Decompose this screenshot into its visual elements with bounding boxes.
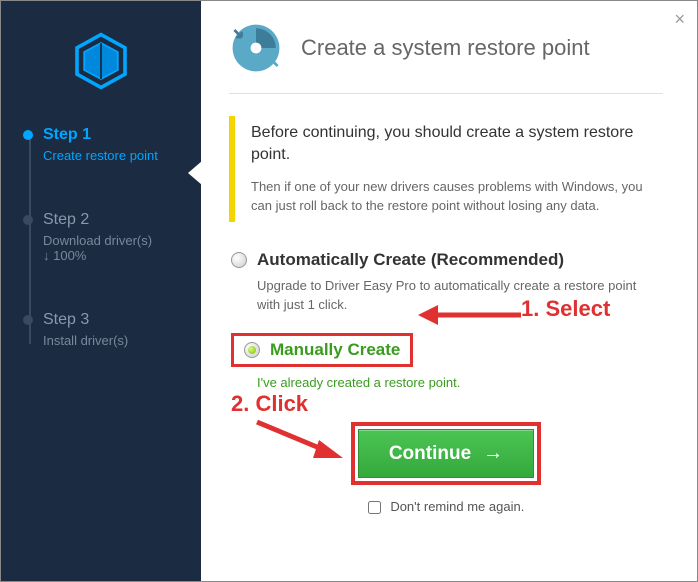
callout-title: Before continuing, you should create a s…: [251, 122, 663, 167]
dont-remind-row: Don't remind me again.: [229, 499, 663, 514]
driver-easy-logo-icon: [71, 31, 131, 91]
annotation-text-click: 2. Click: [231, 391, 308, 417]
app-logo: [1, 21, 201, 126]
step-dot-icon: [23, 315, 33, 325]
step-subtitle: Create restore point: [43, 148, 201, 163]
restore-point-icon: [229, 21, 283, 75]
continue-area: Continue →: [229, 422, 663, 485]
arrow-right-icon: →: [483, 442, 503, 465]
dialog-header: Create a system restore point: [229, 21, 663, 94]
radio-icon[interactable]: [231, 252, 247, 268]
step-3[interactable]: Step 3 Install driver(s): [25, 311, 201, 396]
continue-button[interactable]: Continue →: [358, 429, 534, 478]
continue-label: Continue: [389, 443, 471, 465]
option-label: Automatically Create (Recommended): [257, 250, 564, 270]
dont-remind-label: Don't remind me again.: [390, 499, 524, 514]
step-title: Step 3: [43, 311, 201, 329]
step-subtitle: Install driver(s): [43, 333, 201, 348]
option-description: Upgrade to Driver Easy Pro to automatica…: [257, 276, 663, 315]
step-title: Step 1: [43, 126, 201, 144]
step-title: Step 2: [43, 211, 201, 229]
step-progress: ↓ 100%: [43, 248, 201, 263]
option-label: Manually Create: [270, 340, 400, 360]
annotation-highlight-box: Continue →: [351, 422, 541, 485]
option-auto-create[interactable]: Automatically Create (Recommended) Upgra…: [229, 250, 663, 315]
radio-icon[interactable]: [244, 342, 260, 358]
callout-body: Then if one of your new drivers causes p…: [251, 177, 663, 216]
step-dot-icon: [23, 130, 33, 140]
step-2[interactable]: Step 2 Download driver(s) ↓ 100%: [25, 211, 201, 311]
step-1[interactable]: Step 1 Create restore point: [25, 126, 201, 211]
option-manual-create[interactable]: Manually Create I've already created a r…: [229, 333, 663, 393]
option-description: I've already created a restore point.: [257, 373, 663, 393]
page-title: Create a system restore point: [301, 35, 590, 61]
main-panel: Create a system restore point Before con…: [201, 1, 697, 581]
annotation-highlight-box: Manually Create: [231, 333, 413, 367]
step-subtitle: Download driver(s): [43, 233, 201, 248]
dont-remind-checkbox[interactable]: [368, 501, 381, 514]
step-dot-icon: [23, 215, 33, 225]
dialog-window: × Step 1 Create restore point Step 2 Dow…: [0, 0, 698, 582]
step-list: Step 1 Create restore point Step 2 Downl…: [1, 126, 201, 396]
active-step-arrow-icon: [188, 161, 202, 185]
warning-callout: Before continuing, you should create a s…: [229, 116, 663, 222]
sidebar: Step 1 Create restore point Step 2 Downl…: [1, 1, 201, 581]
